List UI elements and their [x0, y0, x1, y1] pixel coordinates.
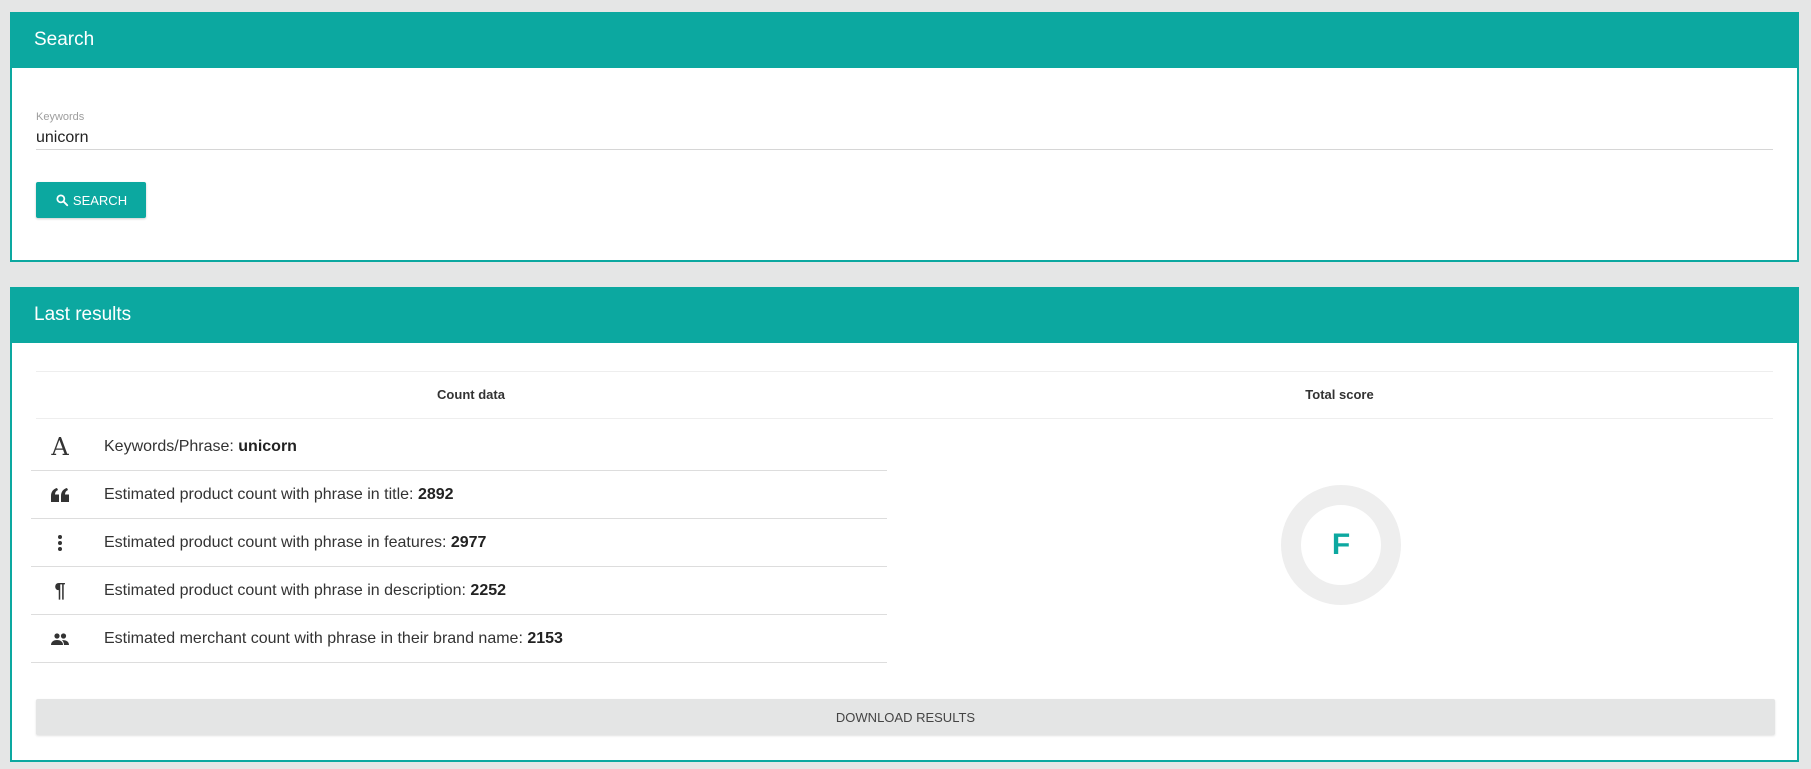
count-data-list: A Keywords/Phrase: unicorn Estimated pro… — [31, 423, 887, 663]
score-letter: F — [1331, 528, 1351, 561]
vertical-dots-icon — [31, 519, 89, 566]
row-value: 2252 — [470, 582, 507, 599]
keywords-label: Keywords — [36, 111, 85, 123]
results-table-header: Count data Total score — [36, 371, 1773, 419]
row-value: unicorn — [238, 438, 297, 455]
search-icon — [56, 194, 69, 207]
row-label: Estimated merchant count with phrase in … — [104, 630, 528, 647]
download-results-button[interactable]: DOWNLOAD RESULTS — [36, 699, 1775, 735]
row-value: 2892 — [417, 486, 454, 503]
search-button[interactable]: SEARCH — [36, 182, 146, 218]
results-table: Count data Total score — [36, 371, 1773, 419]
people-icon — [31, 615, 89, 662]
font-letter-icon: A — [51, 432, 69, 461]
keywords-input[interactable] — [36, 127, 1773, 149]
row-value: 2977 — [450, 534, 487, 551]
row-label: Keywords/Phrase: — [104, 438, 239, 455]
search-panel: Search Keywords SEARCH — [10, 12, 1799, 262]
row-value: 2153 — [527, 630, 563, 647]
row-label: Estimated product count with phrase in d… — [104, 582, 471, 599]
list-item: Estimated product count with phrase in t… — [31, 471, 887, 519]
keywords-field[interactable]: Keywords — [36, 99, 1773, 150]
results-panel-title: Last results — [10, 287, 1799, 343]
total-score-header: Total score — [1305, 387, 1374, 402]
score-gauge: F — [1281, 485, 1401, 605]
quote-icon — [31, 471, 89, 518]
count-data-header: Count data — [437, 387, 505, 402]
row-label: Estimated product count with phrase in f… — [104, 534, 451, 551]
row-label: Estimated product count with phrase in t… — [104, 486, 418, 503]
list-item: Estimated merchant count with phrase in … — [31, 615, 887, 663]
search-button-label: SEARCH — [72, 192, 128, 208]
list-item: A Keywords/Phrase: unicorn — [31, 423, 887, 471]
paragraph-icon: ¶ — [54, 579, 66, 602]
list-item: Estimated product count with phrase in f… — [31, 519, 887, 567]
list-item: ¶ Estimated product count with phrase in… — [31, 567, 887, 615]
search-panel-title: Search — [10, 12, 1799, 68]
